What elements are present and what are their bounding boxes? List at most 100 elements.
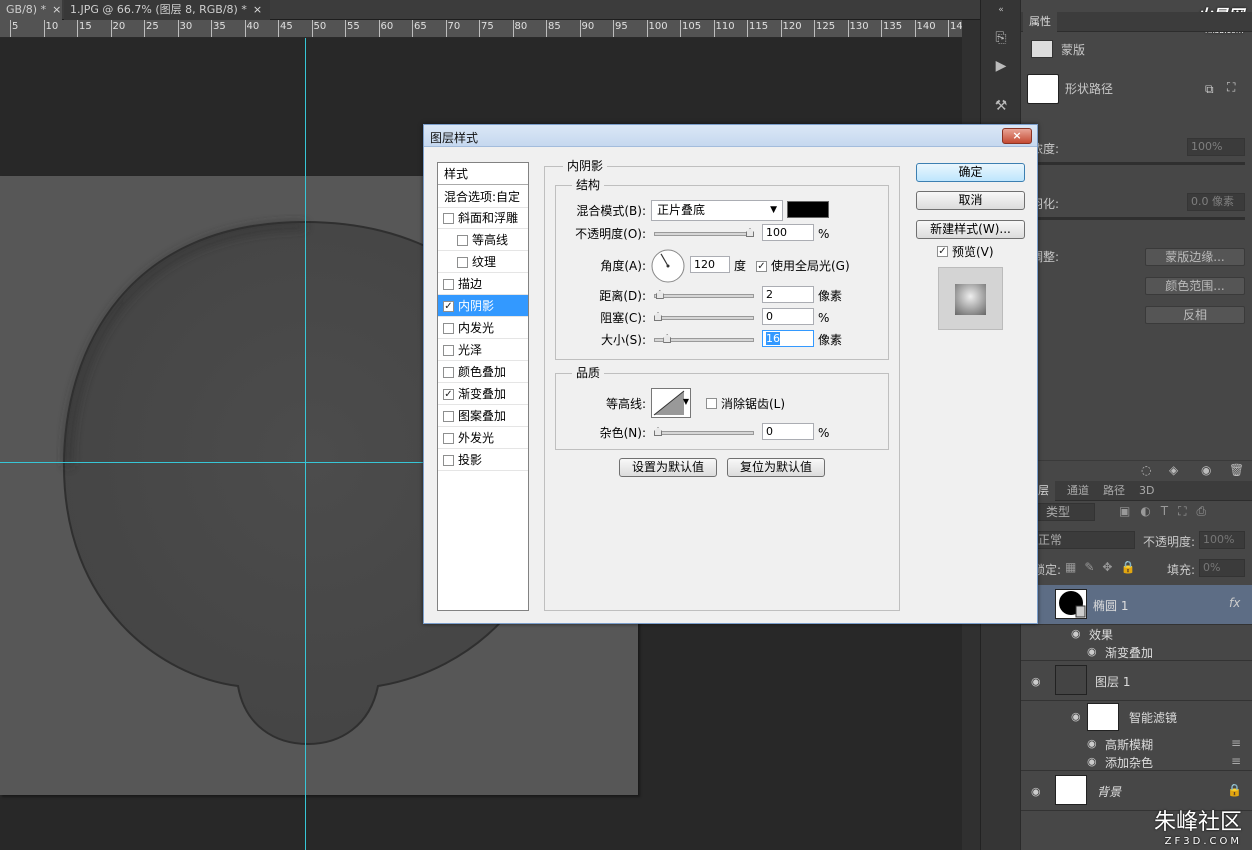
global-light-checkbox[interactable]: ✓ [756,261,767,272]
make-default-button[interactable]: 设置为默认值 [619,458,717,477]
add-noise-row[interactable]: ◉ 添加杂色 ≡ [1021,753,1252,771]
blend-mode-select[interactable]: 正常 [1021,531,1135,549]
style-item[interactable]: 纹理 [438,251,528,273]
shadow-color-swatch[interactable] [787,201,829,218]
layer-effects-row[interactable]: ◉ 效果 [1021,625,1252,643]
ok-button[interactable]: 确定 [916,163,1025,182]
slider-knob[interactable] [654,312,662,321]
collapse-icon[interactable]: « [991,0,1011,20]
dialog-titlebar[interactable]: 图层样式 × [424,125,1037,147]
angle-input[interactable]: 120 [690,256,730,273]
blend-mode-select[interactable]: 正片叠底 ▼ [651,200,783,221]
antialias-checkbox[interactable] [706,398,717,409]
lock-icons[interactable]: ▦✎✥🔒 [1065,560,1143,574]
style-item[interactable]: 颜色叠加 [438,361,528,383]
new-style-button[interactable]: 新建样式(W)... [916,220,1025,239]
style-item[interactable]: 投影 [438,449,528,471]
style-item[interactable]: 光泽 [438,339,528,361]
distance-input[interactable]: 2 [762,286,814,303]
document-tab-2[interactable]: 1.JPG @ 66.7% (图层 8, RGB/8) * × [64,0,270,20]
size-slider[interactable] [654,334,754,343]
filter-icons[interactable]: ▣◐T⛶⎙ [1119,504,1216,519]
checked-checkbox[interactable]: ✓ [443,301,454,312]
apply-mask-icon[interactable]: ◈ [1169,463,1178,477]
checkbox[interactable] [443,367,454,378]
opacity-slider[interactable] [654,228,754,237]
layer-1[interactable]: ◉ 图层 1 [1021,661,1252,701]
mask-edge-button[interactable]: 蒙版边缘... [1145,248,1245,266]
tab-paths[interactable]: 路径 [1097,481,1131,501]
checkbox[interactable] [443,433,454,444]
selection-icon[interactable]: ◌ [1141,463,1151,477]
fill-input[interactable]: 0% [1199,559,1245,577]
mask-icon[interactable] [1031,40,1053,58]
play-action-icon[interactable]: ▶ [991,56,1011,76]
color-range-button[interactable]: 颜色范围... [1145,277,1245,295]
feather-slider[interactable] [1021,217,1245,220]
style-item[interactable]: 斜面和浮雕 [438,207,528,229]
history-icon[interactable]: ⎘ [991,28,1011,48]
blend-options-item[interactable]: 混合选项:自定 [438,186,528,208]
slider-knob[interactable] [746,228,754,237]
checkbox[interactable] [443,455,454,466]
distance-slider[interactable] [654,290,754,299]
add-mask-icon[interactable]: ⧉ [1205,82,1214,97]
size-input[interactable]: 16 [762,330,814,347]
tab-3d[interactable]: 3D [1133,481,1160,501]
contour-picker[interactable]: ▼ [651,388,691,418]
checkbox[interactable] [443,323,454,334]
slider-knob[interactable] [654,427,662,436]
style-item[interactable]: 等高线 [438,229,528,251]
choke-slider[interactable] [654,312,754,321]
style-item[interactable]: 内发光 [438,317,528,339]
filter-options-icon[interactable]: ≡ [1231,754,1241,768]
trash-icon[interactable]: 🗑 [1229,463,1244,477]
preview-checkbox[interactable]: ✓ [937,246,948,257]
eye-icon[interactable]: ◉ [1071,710,1081,723]
eye-icon[interactable]: ◉ [1071,627,1081,640]
layer-gradient-overlay-row[interactable]: ◉ 渐变叠加 [1021,643,1252,661]
document-tab-1[interactable]: GB/8) * × [0,0,62,20]
cancel-button[interactable]: 取消 [916,191,1025,210]
slider-knob[interactable] [663,334,672,343]
checkbox[interactable] [443,411,454,422]
eye-icon[interactable]: ◉ [1087,737,1097,750]
filter-options-icon[interactable]: ≡ [1231,736,1241,750]
reset-default-button[interactable]: 复位为默认值 [727,458,825,477]
eye-icon[interactable]: ◉ [1087,645,1097,658]
visibility-icon[interactable]: ◉ [1201,463,1211,477]
vector-mask-thumb[interactable] [1027,74,1059,104]
density-slider[interactable] [1021,162,1245,165]
invert-button[interactable]: 反相 [1145,306,1245,324]
fx-icon[interactable]: fx [1229,596,1240,610]
density-input[interactable]: 100% [1187,138,1245,156]
checkbox[interactable] [443,279,454,290]
vertical-guide[interactable] [305,38,306,850]
gaussian-blur-row[interactable]: ◉ 高斯模糊 ≡ [1021,735,1252,753]
checkbox[interactable] [443,345,454,356]
noise-input[interactable]: 0 [762,423,814,440]
tool-preset-icon[interactable]: ⚒ [991,96,1011,116]
checkbox[interactable] [457,257,468,268]
eye-icon[interactable]: ◉ [1031,675,1041,688]
tab-channels[interactable]: 通道 [1061,481,1095,501]
choke-input[interactable]: 0 [762,308,814,325]
checkbox[interactable] [443,213,454,224]
styles-header[interactable]: 样式 [438,163,528,185]
slider-knob[interactable] [655,290,664,299]
style-item[interactable]: 外发光 [438,427,528,449]
style-item[interactable]: 图案叠加 [438,405,528,427]
style-item[interactable]: ✓ 渐变叠加 [438,383,528,405]
style-item[interactable]: ✓ 内阴影 [438,295,528,317]
checkbox[interactable] [457,235,468,246]
smart-filters-row[interactable]: ◉ 智能滤镜 [1021,701,1252,733]
tab-close-icon[interactable]: × [52,3,61,16]
noise-slider[interactable] [654,427,754,436]
tab-close-icon[interactable]: × [253,3,262,16]
tab-properties[interactable]: 属性 [1023,12,1057,32]
eye-icon[interactable]: ◉ [1031,785,1041,798]
opacity-input[interactable]: 100% [1199,531,1245,549]
checked-checkbox[interactable]: ✓ [443,389,454,400]
layer-ellipse-1[interactable]: 椭圆 1 fx [1021,585,1252,625]
angle-dial[interactable] [650,248,686,284]
